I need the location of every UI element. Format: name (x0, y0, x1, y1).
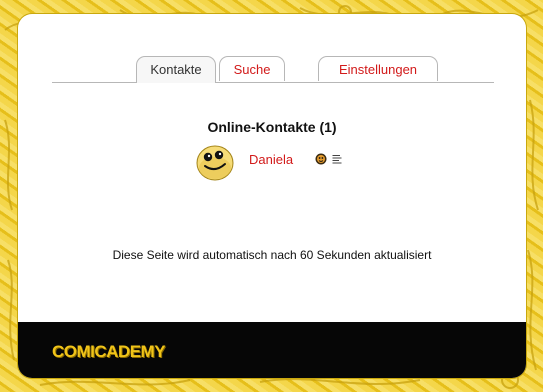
tab-kontakte[interactable]: Kontakte (136, 56, 216, 83)
footer-bar: COMICADEMY (18, 322, 526, 378)
notes-icon[interactable] (332, 154, 342, 165)
contact-name-link[interactable]: Daniela (249, 152, 293, 167)
tab-einstellungen[interactable]: Einstellungen (318, 56, 438, 81)
tab-suche[interactable]: Suche (219, 56, 285, 81)
user-status-icon[interactable] (315, 153, 327, 165)
contact-row: Daniela (194, 142, 374, 182)
main-panel: Kontakte Suche Einstellungen Online-Kont… (18, 14, 526, 378)
comicademy-logo[interactable]: COMICADEMY (52, 342, 166, 362)
tab-bar: Kontakte Suche Einstellungen (52, 56, 494, 83)
smiley-avatar-icon[interactable] (194, 142, 236, 182)
auto-refresh-note: Diese Seite wird automatisch nach 60 Sek… (112, 248, 432, 262)
online-contacts-title: Online-Kontakte (1) (207, 119, 337, 135)
